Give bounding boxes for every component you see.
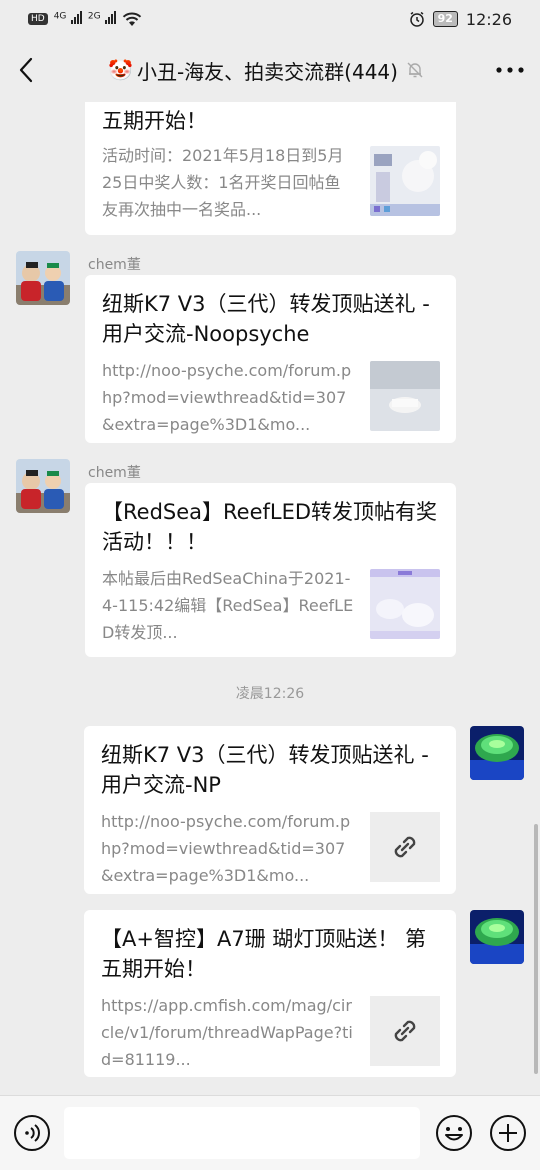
card-description: 活动时间：2021年5月18日到5月25日中奖人数：1名开奖日回帖鱼友再次抽中一… bbox=[102, 146, 344, 219]
signal-2: 2G bbox=[87, 10, 117, 28]
emoji-button[interactable] bbox=[434, 1113, 474, 1153]
link-card[interactable]: 【A+智控】A7珊 瑚灯顶贴送！ 第五期开始！ https://app.cmfi… bbox=[84, 910, 456, 1077]
message-input[interactable] bbox=[64, 1107, 420, 1159]
link-card[interactable]: 纽斯K7 V3（三代）转发顶贴送礼 - 用户交流-NP http://noo-p… bbox=[84, 726, 456, 894]
plus-icon bbox=[490, 1115, 526, 1151]
status-bar: HD 4G 2G 92 12:26 bbox=[0, 0, 540, 38]
my-avatar[interactable] bbox=[470, 910, 524, 964]
network-type-2: 2G bbox=[87, 11, 101, 22]
chat-title: 🤡 小丑-海友、拍卖交流群(444) bbox=[52, 56, 480, 85]
card-description: http://noo-psyche.com/forum.php?mod=view… bbox=[101, 812, 351, 885]
status-left: HD 4G 2G bbox=[28, 10, 142, 28]
status-right: 92 12:26 bbox=[409, 10, 512, 29]
card-title: 五期开始！ bbox=[102, 109, 207, 133]
link-placeholder bbox=[370, 812, 440, 882]
group-name: 小丑-海友、拍卖交流群(444) bbox=[136, 59, 398, 84]
card-title: 纽斯K7 V3（三代）转发顶贴送礼 - 用户交流-Noopsyche bbox=[102, 292, 430, 346]
avatar[interactable] bbox=[16, 251, 70, 305]
clown-emoji: 🤡 bbox=[108, 58, 133, 82]
mute-bell-icon bbox=[407, 62, 423, 78]
card-title: 纽斯K7 V3（三代）转发顶贴送礼 - 用户交流-NP bbox=[101, 743, 429, 797]
signal-icon bbox=[105, 10, 117, 24]
emoji-icon bbox=[436, 1115, 472, 1151]
link-icon bbox=[394, 1020, 416, 1042]
card-body: http://noo-psyche.com/forum.php?mod=view… bbox=[102, 357, 440, 438]
card-thumbnail bbox=[370, 569, 440, 639]
card-body: https://app.cmfish.com/mag/circle/v1/for… bbox=[101, 992, 440, 1073]
card-description: https://app.cmfish.com/mag/circle/v1/for… bbox=[101, 996, 353, 1069]
scrollbar[interactable] bbox=[534, 824, 538, 1074]
hd-badge: HD bbox=[28, 13, 48, 25]
more-functions-button[interactable] bbox=[488, 1113, 528, 1153]
avatar[interactable] bbox=[16, 459, 70, 513]
input-bar bbox=[0, 1095, 540, 1170]
card-thumbnail bbox=[370, 146, 440, 216]
card-body: 活动时间：2021年5月18日到5月25日中奖人数：1名开奖日回帖鱼友再次抽中一… bbox=[102, 142, 440, 223]
back-button[interactable] bbox=[0, 38, 52, 102]
back-arrow-icon bbox=[19, 57, 33, 83]
battery-indicator: 92 bbox=[432, 11, 458, 27]
voice-button[interactable] bbox=[12, 1113, 52, 1153]
wifi-icon bbox=[122, 12, 142, 26]
link-card[interactable]: 五期开始！ 活动时间：2021年5月18日到5月25日中奖人数：1名开奖日回帖鱼… bbox=[85, 102, 456, 235]
voice-icon bbox=[14, 1115, 50, 1151]
more-dots-icon bbox=[496, 67, 524, 73]
link-card[interactable]: 【RedSea】ReefLED转发顶帖有奖活动！！！ 本帖最后由RedSeaCh… bbox=[85, 483, 456, 657]
my-avatar[interactable] bbox=[470, 726, 524, 780]
card-body: 本帖最后由RedSeaChina于2021-4-115:42编辑【RedSea】… bbox=[102, 565, 440, 646]
sender-name: chem董 bbox=[88, 257, 141, 273]
chat-list[interactable]: 五期开始！ 活动时间：2021年5月18日到5月25日中奖人数：1名开奖日回帖鱼… bbox=[0, 102, 540, 1095]
link-placeholder bbox=[370, 996, 440, 1066]
time-separator: 凌晨12:26 bbox=[235, 686, 305, 702]
card-thumbnail bbox=[370, 361, 440, 431]
sender-name: chem董 bbox=[88, 465, 141, 481]
link-card[interactable]: 纽斯K7 V3（三代）转发顶贴送礼 - 用户交流-Noopsyche http:… bbox=[85, 275, 456, 443]
signal-icon bbox=[70, 10, 82, 24]
more-button[interactable] bbox=[480, 38, 540, 102]
chat-header: 🤡 小丑-海友、拍卖交流群(444) bbox=[0, 38, 540, 102]
card-title: 【RedSea】ReefLED转发顶帖有奖活动！！！ bbox=[102, 500, 438, 554]
signal-1: 4G bbox=[54, 10, 82, 28]
link-icon bbox=[394, 836, 416, 858]
card-title: 【A+智控】A7珊 瑚灯顶贴送！ 第五期开始！ bbox=[101, 927, 427, 981]
card-description: 本帖最后由RedSeaChina于2021-4-115:42编辑【RedSea】… bbox=[102, 569, 354, 642]
status-time: 12:26 bbox=[465, 9, 512, 29]
card-description: http://noo-psyche.com/forum.php?mod=view… bbox=[102, 361, 352, 434]
alarm-icon bbox=[409, 11, 424, 27]
network-type-1: 4G bbox=[53, 11, 67, 22]
card-body: http://noo-psyche.com/forum.php?mod=view… bbox=[101, 808, 440, 889]
